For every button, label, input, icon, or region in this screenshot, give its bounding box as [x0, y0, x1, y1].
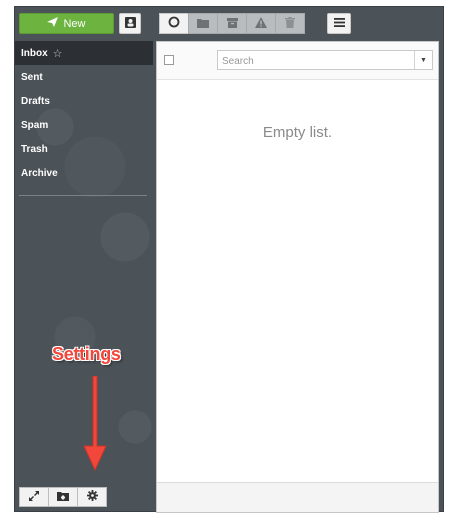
folder-drafts[interactable]: Drafts: [15, 89, 153, 113]
message-list-footer: [157, 482, 438, 512]
folder-label: Spam: [21, 119, 49, 131]
gear-icon: [86, 488, 98, 506]
contacts-icon: [124, 16, 136, 31]
settings-button[interactable]: [77, 487, 107, 507]
expand-button[interactable]: [19, 487, 49, 507]
warning-spam-icon: [255, 15, 267, 33]
folder-label: Archive: [21, 167, 58, 179]
archive-button[interactable]: [217, 13, 247, 34]
new-message-button[interactable]: New: [19, 13, 114, 34]
annotation-arrow-icon: [83, 376, 107, 472]
archive-box-icon: [226, 15, 238, 33]
circle-refresh-icon: [168, 15, 180, 33]
paper-plane-icon: [47, 17, 59, 30]
folder-icon: [57, 488, 69, 506]
search-box: ▼: [217, 50, 433, 71]
sidebar-bottom-bar: [19, 487, 107, 507]
folder-inbox[interactable]: Inbox ☆: [15, 41, 153, 65]
folder-label: Trash: [21, 143, 48, 155]
move-to-folder-button[interactable]: [188, 13, 218, 34]
folder-label: Inbox: [21, 47, 48, 59]
trash-icon: [285, 15, 295, 33]
refresh-button[interactable]: [159, 13, 189, 34]
folder-label: Sent: [21, 71, 43, 83]
new-button-label: New: [63, 17, 86, 30]
mail-app: New Inbox ☆ Sent Drafts Spam Trash Archi…: [14, 6, 444, 513]
folder-label: Drafts: [21, 95, 50, 107]
toolbar: New: [15, 7, 443, 41]
folder-archive[interactable]: Archive: [15, 161, 153, 185]
folder-spam[interactable]: Spam: [15, 113, 153, 137]
search-input[interactable]: [218, 52, 414, 71]
empty-list-message: Empty list.: [262, 124, 333, 141]
folder-sent[interactable]: Sent: [15, 65, 153, 89]
settings-annotation-label: Settings: [52, 344, 121, 364]
folder-trash[interactable]: Trash: [15, 137, 153, 161]
folder-icon: [197, 15, 209, 33]
message-list-panel: ▼ Empty list.: [156, 41, 439, 513]
caret-down-icon: ▼: [420, 56, 427, 64]
star-icon[interactable]: ☆: [53, 47, 63, 60]
message-actions: [159, 13, 305, 34]
sidebar-divider: [19, 195, 147, 196]
contacts-button[interactable]: [119, 13, 141, 34]
menu-button[interactable]: [327, 13, 351, 34]
spam-button[interactable]: [246, 13, 276, 34]
hamburger-menu-icon: [333, 17, 345, 30]
expand-icon: [29, 488, 39, 506]
message-list-header: ▼: [157, 42, 438, 80]
manage-folders-button[interactable]: [48, 487, 78, 507]
search-options-dropdown[interactable]: ▼: [414, 51, 432, 69]
delete-button[interactable]: [275, 13, 305, 34]
select-all-checkbox[interactable]: [164, 55, 174, 65]
